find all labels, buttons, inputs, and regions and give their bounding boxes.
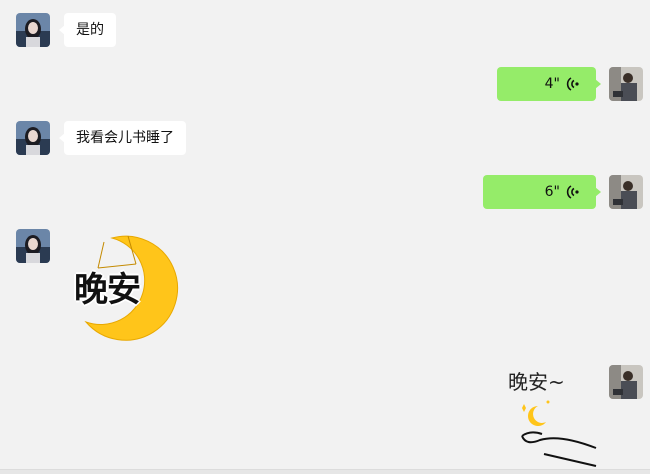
voice-wave-icon <box>566 185 579 199</box>
my-avatar[interactable] <box>609 365 643 399</box>
contact-avatar[interactable] <box>16 121 50 155</box>
contact-avatar[interactable] <box>16 13 50 47</box>
message-text-content: 我看会儿书睡了 <box>76 130 174 146</box>
message-text[interactable]: 是的 <box>59 13 116 47</box>
sticker-text: 晚安 <box>74 270 141 310</box>
voice-message[interactable]: 4" <box>497 67 601 101</box>
my-avatar[interactable] <box>609 67 643 101</box>
goodnight-sticker[interactable] <box>500 362 604 470</box>
my-avatar[interactable] <box>609 175 643 209</box>
contact-avatar[interactable] <box>16 229 50 263</box>
voice-wave-icon <box>566 77 579 91</box>
message-text-content: 是的 <box>76 22 104 38</box>
voice-duration: 6" <box>544 184 560 200</box>
voice-message[interactable]: 6" <box>483 175 601 209</box>
chat-bottom-edge <box>0 469 650 474</box>
voice-duration: 4" <box>544 76 560 92</box>
message-text[interactable]: 我看会儿书睡了 <box>59 121 186 155</box>
